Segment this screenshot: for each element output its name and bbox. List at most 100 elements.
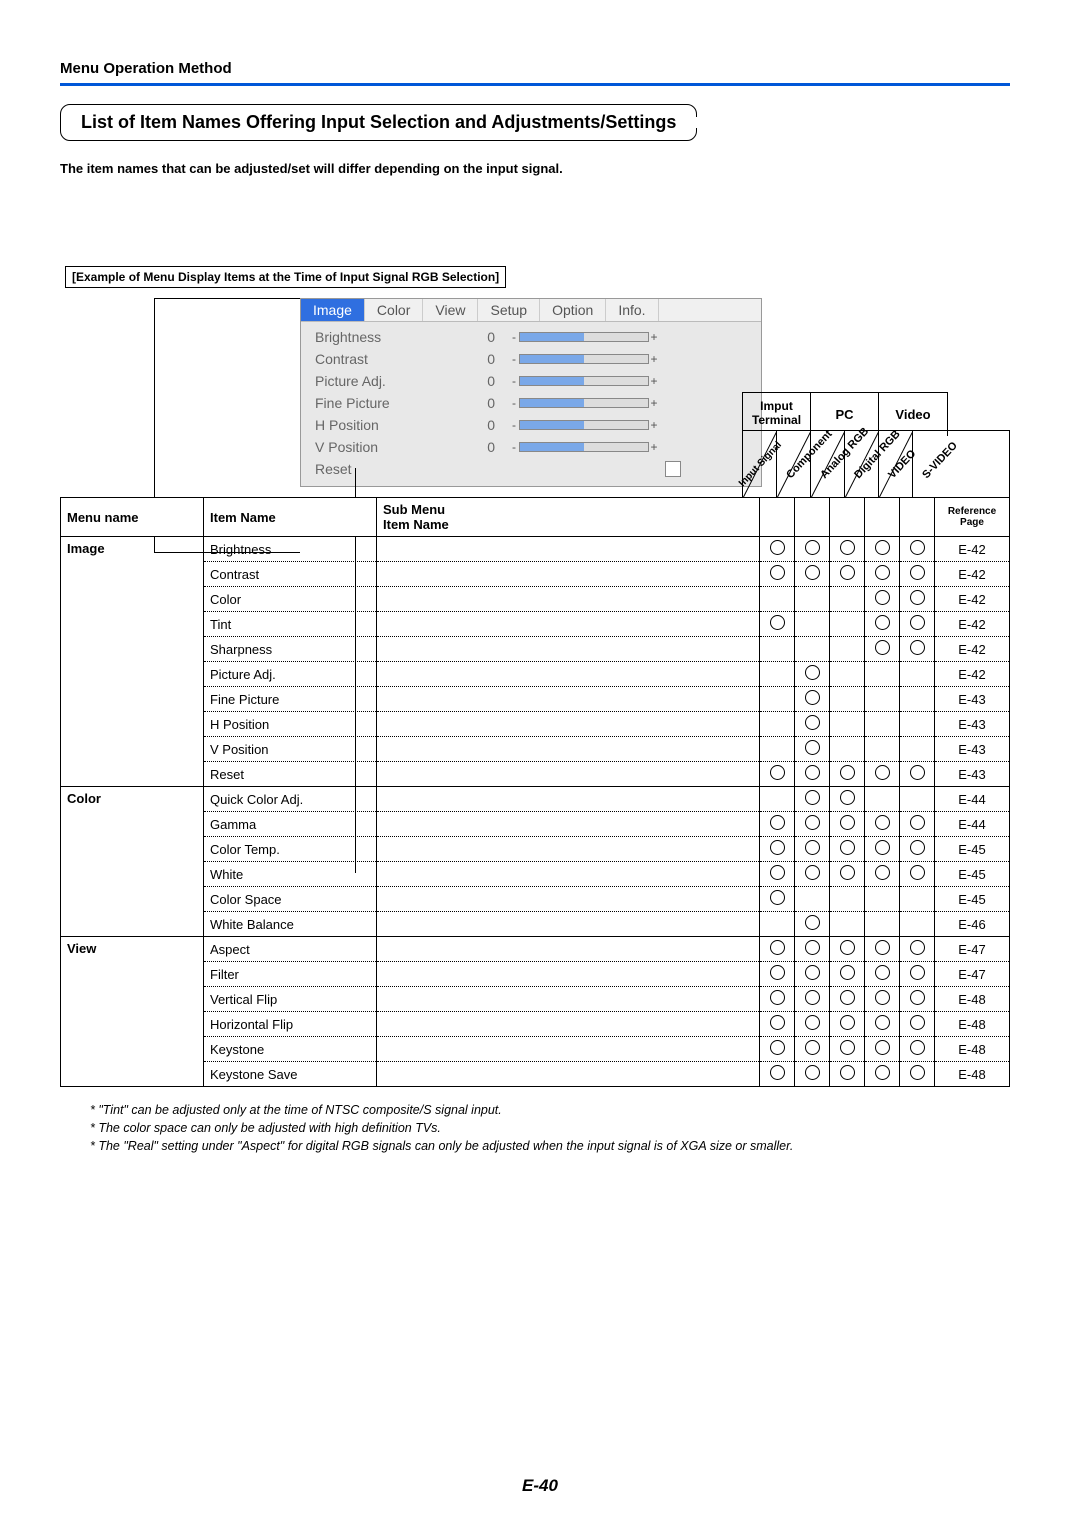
signal-cell xyxy=(865,737,900,762)
circle-icon xyxy=(910,865,925,880)
signal-cell xyxy=(760,887,795,912)
reference-cell: E-43 xyxy=(935,687,1010,712)
signal-cell xyxy=(795,912,830,937)
circle-icon xyxy=(770,1065,785,1080)
circle-icon xyxy=(805,965,820,980)
menu-tab: Option xyxy=(540,299,606,321)
signal-cell xyxy=(795,662,830,687)
signal-cell xyxy=(830,837,865,862)
circle-icon xyxy=(805,940,820,955)
reference-cell: E-44 xyxy=(935,787,1010,812)
sub-menu-cell xyxy=(377,612,760,637)
signal-cell xyxy=(900,687,935,712)
item-name-cell: H Position xyxy=(204,712,377,737)
circle-icon xyxy=(910,640,925,655)
circle-icon xyxy=(875,540,890,555)
page-number: E-40 xyxy=(0,1476,1080,1496)
circle-icon xyxy=(910,765,925,780)
example-caption: [Example of Menu Display Items at the Ti… xyxy=(65,266,506,288)
signal-cell xyxy=(760,712,795,737)
reference-cell: E-42 xyxy=(935,637,1010,662)
table-row: Color SpaceE-45 xyxy=(61,887,1010,912)
sub-menu-cell xyxy=(377,1037,760,1062)
menu-row: V Position0-+ xyxy=(315,436,751,458)
circle-icon xyxy=(840,965,855,980)
signal-cell xyxy=(795,537,830,562)
circle-icon xyxy=(805,865,820,880)
signal-cell xyxy=(760,837,795,862)
circle-icon xyxy=(805,1015,820,1030)
signal-cell xyxy=(830,587,865,612)
signal-cell xyxy=(760,812,795,837)
signal-cell xyxy=(900,662,935,687)
circle-icon xyxy=(875,1065,890,1080)
signal-cell xyxy=(900,712,935,737)
sub-heading: The item names that can be adjusted/set … xyxy=(60,161,1010,176)
signal-cell xyxy=(760,662,795,687)
sub-menu-cell xyxy=(377,987,760,1012)
circle-icon xyxy=(875,590,890,605)
sub-menu-cell xyxy=(377,687,760,712)
circle-icon xyxy=(910,815,925,830)
table-wrap: Imput Terminal PC Video Input Signal Com… xyxy=(60,497,1010,1087)
signal-cell xyxy=(760,1037,795,1062)
menu-row: Picture Adj.0-+ xyxy=(315,370,751,392)
page-title: List of Item Names Offering Input Select… xyxy=(60,104,697,141)
menu-tabs: ImageColorViewSetupOptionInfo. xyxy=(301,299,761,322)
slider: -+ xyxy=(509,419,659,431)
circle-icon xyxy=(875,640,890,655)
reference-cell: E-42 xyxy=(935,662,1010,687)
table-row: White BalanceE-46 xyxy=(61,912,1010,937)
menu-screenshot: ImageColorViewSetupOptionInfo. Brightnes… xyxy=(300,298,762,487)
sub-menu-cell xyxy=(377,937,760,962)
signal-cell xyxy=(760,787,795,812)
signal-cell xyxy=(900,787,935,812)
signal-cell xyxy=(760,562,795,587)
signal-cell xyxy=(900,612,935,637)
signal-cell xyxy=(830,937,865,962)
sub-menu-cell xyxy=(377,537,760,562)
rotated-label: VIDEO xyxy=(878,437,912,507)
signal-cell xyxy=(900,937,935,962)
signal-cell xyxy=(760,762,795,787)
signal-cell xyxy=(795,962,830,987)
signal-cell xyxy=(865,987,900,1012)
sub-menu-cell xyxy=(377,1012,760,1037)
reference-cell: E-42 xyxy=(935,612,1010,637)
signal-cell xyxy=(795,1012,830,1037)
signal-cell xyxy=(760,1062,795,1087)
reference-cell: E-43 xyxy=(935,712,1010,737)
table-row: ContrastE-42 xyxy=(61,562,1010,587)
circle-icon xyxy=(770,1015,785,1030)
signal-cell xyxy=(900,962,935,987)
settings-table: Menu name Item Name Sub MenuItem Name Re… xyxy=(60,497,1010,1087)
menu-name-cell: View xyxy=(61,937,204,1087)
circle-icon xyxy=(875,765,890,780)
circle-icon xyxy=(840,790,855,805)
table-row: ResetE-43 xyxy=(61,762,1010,787)
sub-menu-cell xyxy=(377,962,760,987)
menu-name-cell: Color xyxy=(61,787,204,937)
item-name-cell: V Position xyxy=(204,737,377,762)
circle-icon xyxy=(770,1040,785,1055)
menu-tab: Image xyxy=(301,299,365,321)
circle-icon xyxy=(840,865,855,880)
signal-cell xyxy=(760,587,795,612)
reference-cell: E-47 xyxy=(935,937,1010,962)
signal-cell xyxy=(830,962,865,987)
enter-icon xyxy=(665,461,681,477)
circle-icon xyxy=(910,940,925,955)
circle-icon xyxy=(770,890,785,905)
reference-cell: E-45 xyxy=(935,862,1010,887)
signal-cell xyxy=(760,637,795,662)
menu-row: Contrast0-+ xyxy=(315,348,751,370)
circle-icon xyxy=(805,840,820,855)
circle-icon xyxy=(910,615,925,630)
signal-cell xyxy=(900,762,935,787)
signal-cell xyxy=(900,912,935,937)
signal-cell xyxy=(900,737,935,762)
circle-icon xyxy=(875,865,890,880)
table-row: ViewAspectE-47 xyxy=(61,937,1010,962)
menu-row-label: V Position xyxy=(315,439,455,455)
signal-cell xyxy=(900,887,935,912)
